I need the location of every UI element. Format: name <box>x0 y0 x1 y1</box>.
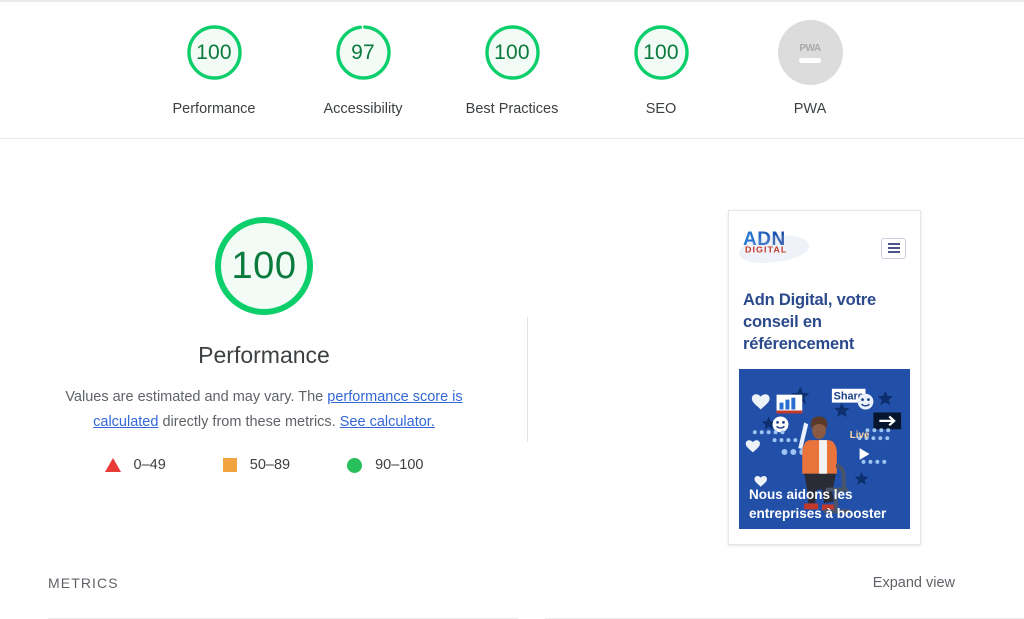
category-gauge-value: 100 <box>231 245 297 287</box>
thumbnail-site-header: ADN DIGITAL <box>729 211 920 285</box>
score-gauge-best-practices[interactable]: 100 Best Practices <box>438 20 587 117</box>
score-summary-strip: 100 Performance 97 Accessibility 100 Bes… <box>0 2 1024 139</box>
triangle-fail-icon <box>104 458 121 472</box>
legend-item-average: 50–89 <box>222 457 291 473</box>
gauge-value-accessibility: 97 <box>351 41 375 64</box>
thumbnail-heading: Adn Digital, votre conseil en référencem… <box>743 291 876 353</box>
gauge-label-accessibility: Accessibility <box>323 101 403 117</box>
gauge-ring-best-practices: 100 <box>480 20 545 85</box>
site-logo: ADN DIGITAL <box>737 230 811 267</box>
performance-category-section: 100 Performance Values are estimated and… <box>0 140 1024 619</box>
gauge-label-best-practices: Best Practices <box>465 101 559 117</box>
pwa-badge-icon: PWA <box>777 20 843 85</box>
category-gauge-performance: 100 <box>206 208 322 324</box>
screenshot-preview-column: ADN DIGITAL Adn Digital, votre conseil e… <box>528 140 1024 570</box>
gauge-ring-seo: 100 <box>629 20 694 85</box>
lighthouse-report: 100 Performance 97 Accessibility 100 Bes… <box>0 0 1024 619</box>
expand-view-toggle[interactable]: Expand view <box>873 575 955 618</box>
category-title: Performance <box>198 342 330 368</box>
gauge-ring-accessibility: 97 <box>331 20 396 85</box>
thumbnail-hero-image: Share Live Nous aidons les entreprises à… <box>739 369 910 529</box>
legend-label-average: 50–89 <box>249 457 291 473</box>
pwa-dash-icon <box>799 57 821 63</box>
gauge-value-seo: 100 <box>643 41 679 64</box>
metrics-header-bar: METRICS Expand view <box>0 567 1024 619</box>
see-calculator-link[interactable]: See calculator. <box>340 414 435 430</box>
category-summary-column: 100 Performance Values are estimated and… <box>0 140 528 570</box>
disclaimer-text-part2: directly from these metrics. <box>158 414 340 430</box>
hamburger-icon <box>881 237 906 259</box>
logo-secondary-text: DIGITAL <box>745 245 788 255</box>
expand-view-container: Expand view <box>545 575 1024 619</box>
legend-label-fail: 0–49 <box>133 457 166 473</box>
square-average-icon <box>222 458 237 472</box>
legend-item-fail: 0–49 <box>104 457 166 473</box>
gauge-label-seo: SEO <box>645 101 677 117</box>
page-screenshot-thumbnail[interactable]: ADN DIGITAL Adn Digital, votre conseil e… <box>728 210 921 545</box>
gauge-value-performance: 100 <box>196 41 232 64</box>
score-legend: 0–49 50–89 90–100 <box>104 457 423 473</box>
gauge-label-performance: Performance <box>172 101 256 117</box>
metrics-section-header: METRICS <box>48 575 518 619</box>
metrics-title: METRICS <box>48 575 119 591</box>
score-gauge-accessibility[interactable]: 97 Accessibility <box>289 20 438 117</box>
circle-pass-icon <box>347 457 363 473</box>
score-gauge-pwa[interactable]: PWA PWA <box>736 20 885 117</box>
score-gauge-seo[interactable]: 100 SEO <box>587 20 736 117</box>
gauge-value-best-practices: 100 <box>494 41 530 64</box>
disclaimer-text-part1: Values are estimated and may vary. The <box>65 389 328 405</box>
pwa-badge-text: PWA <box>799 42 821 54</box>
score-gauge-performance[interactable]: 100 Performance <box>140 20 289 117</box>
gauge-ring-performance: 100 <box>182 20 247 85</box>
legend-item-pass: 90–100 <box>347 457 423 473</box>
gauge-label-pwa: PWA <box>793 101 827 117</box>
svg-text:Live: Live <box>850 430 870 441</box>
category-disclaimer: Values are estimated and may vary. The p… <box>57 385 471 435</box>
hero-caption-text: Nous aidons les entreprises à booster <box>749 487 887 521</box>
legend-label-pass: 90–100 <box>375 457 424 473</box>
